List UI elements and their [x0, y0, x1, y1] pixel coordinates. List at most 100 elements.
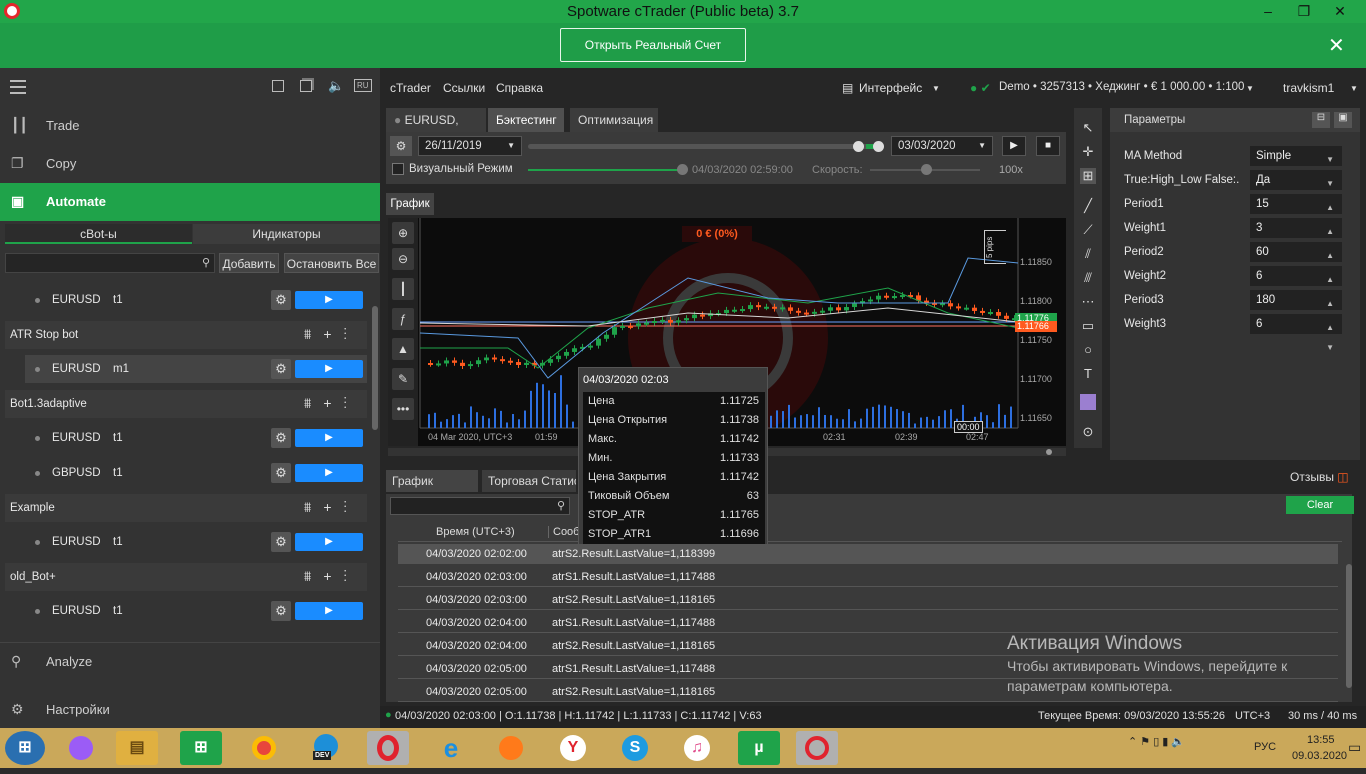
camera-icon[interactable]: ⊙ — [1080, 424, 1096, 440]
cbot-header[interactable]: old_Bot+ ⩩+⋮ — [5, 563, 367, 591]
fullscreen-icon[interactable] — [272, 80, 284, 92]
cbot-header[interactable]: Example ⩩+⋮ — [5, 494, 367, 522]
zoom-out-icon[interactable]: ⊖ — [392, 248, 414, 270]
tab-backtesting[interactable]: Бэктестинг — [488, 108, 564, 132]
save-params-icon[interactable]: ▣ — [1334, 112, 1352, 128]
tab-chart[interactable]: График — [386, 193, 434, 215]
period-slider[interactable] — [528, 141, 884, 152]
window-mode-icon[interactable] — [300, 80, 312, 92]
progress-handle[interactable] — [677, 164, 688, 175]
nav-automate[interactable]: ▣ Automate — [0, 183, 380, 221]
clock-time[interactable]: 13:55 — [1307, 734, 1335, 746]
utorrent-icon[interactable]: µ — [738, 731, 780, 765]
keyboard-language[interactable]: РУС — [1254, 741, 1276, 753]
channel-icon[interactable]: ⫽ — [1080, 246, 1096, 262]
hamburger-menu-icon[interactable] — [10, 80, 26, 94]
cbot-tools[interactable]: ⩩+⋮ — [304, 326, 359, 343]
cbot-instance[interactable]: GBPUSD t1 ⚙ ▶ — [25, 459, 367, 487]
start-date-picker[interactable]: 26/11/2019 ▼ — [418, 136, 522, 156]
cbot-instance[interactable]: EURUSD m1 ⚙ ▶ — [25, 355, 367, 383]
user-name[interactable]: travkism1 — [1283, 81, 1334, 95]
account-info[interactable]: Demo • 3257313 • Хеджинг • € 1 000.00 • … — [999, 81, 1244, 93]
tab-trade-stats[interactable]: Торговая Статисти — [482, 470, 576, 492]
play-button[interactable]: ▶ — [295, 533, 363, 551]
param-value-input[interactable]: Simple ▼ — [1250, 146, 1342, 166]
visual-mode-checkbox[interactable] — [392, 163, 404, 175]
log-row[interactable]: 04/03/2020 02:03:00 atrS2.Result.LastValu… — [398, 590, 1338, 610]
indicator-icon[interactable]: ƒ — [392, 308, 414, 330]
stop-all-button[interactable]: Остановить Все — [284, 253, 379, 273]
add-cbot-button[interactable]: Добавить — [219, 253, 279, 273]
gear-icon[interactable]: ⚙ — [271, 463, 291, 483]
instance-timeframe[interactable]: t1 — [113, 432, 123, 444]
slider-handle[interactable] — [873, 141, 884, 152]
log-scrollbar[interactable] — [1346, 564, 1352, 688]
tray-icons[interactable]: ⌃ ⚑ ▯ ▮ 🔈 — [1128, 735, 1185, 748]
store-icon[interactable]: ⊞ — [180, 731, 222, 765]
instance-symbol[interactable]: EURUSD — [52, 432, 101, 444]
nav-trade[interactable]: ┃┃ Trade — [0, 107, 380, 145]
play-button[interactable]: ▶ — [295, 360, 363, 378]
ellipse-icon[interactable]: ○ — [1080, 342, 1096, 358]
instance-symbol[interactable]: EURUSD — [52, 605, 101, 617]
instance-timeframe[interactable]: t1 — [113, 467, 123, 479]
itunes-icon[interactable]: ♫ — [676, 731, 718, 765]
close-window-button[interactable]: ✕ — [1326, 0, 1354, 22]
log-search-input[interactable]: ⚲ — [390, 497, 570, 515]
clock-date[interactable]: 09.03.2020 — [1292, 750, 1347, 762]
speed-handle[interactable] — [921, 164, 932, 175]
play-button[interactable]: ▶ — [295, 429, 363, 447]
instance-symbol[interactable]: EURUSD — [52, 536, 101, 548]
gear-icon[interactable]: ⚙ — [271, 601, 291, 621]
ie-icon[interactable]: e — [430, 731, 472, 765]
log-row[interactable]: 04/03/2020 02:02:00 atrS2.Result.LastValu… — [398, 544, 1338, 564]
skype-icon[interactable]: S — [614, 731, 656, 765]
col-time[interactable]: Время (UTC+3) — [436, 526, 515, 538]
gear-icon[interactable]: ⚙ — [271, 532, 291, 552]
instance-symbol[interactable]: GBPUSD — [52, 467, 101, 479]
menu-links[interactable]: Ссылки — [443, 81, 485, 95]
tab-optimization[interactable]: Оптимизация — [570, 108, 658, 132]
cbot-instance[interactable]: EURUSD t1 ⚙ ▶ — [25, 286, 367, 314]
sidebar-scrollbar[interactable] — [372, 306, 378, 430]
nav-analyze[interactable]: ⚲ Analyze — [0, 642, 380, 680]
load-params-icon[interactable]: ⊟ — [1312, 112, 1330, 128]
edge-dev-icon[interactable]: DEV — [305, 731, 347, 765]
minimize-button[interactable]: – — [1254, 0, 1282, 22]
tab-indicators[interactable]: Индикаторы — [193, 224, 380, 244]
color-swatch-icon[interactable] — [1080, 394, 1096, 410]
zoom-in-icon[interactable]: ⊕ — [392, 222, 414, 244]
instance-timeframe[interactable]: t1 — [113, 605, 123, 617]
sound-icon[interactable]: 🔈 — [328, 78, 344, 94]
more-icon[interactable]: ••• — [392, 398, 414, 420]
maximize-button[interactable]: ❐ — [1290, 0, 1318, 22]
param-value-input[interactable]: 15▲▼ — [1250, 194, 1342, 232]
gear-icon[interactable]: ⚙ — [271, 359, 291, 379]
firefox-icon[interactable] — [490, 731, 532, 765]
crosshair-icon[interactable]: ✛ — [1080, 144, 1096, 160]
spinner-icon[interactable]: ▲▼ — [1326, 318, 1334, 358]
start-button-icon[interactable]: ⊞ — [5, 731, 45, 765]
gear-icon[interactable]: ⚙ — [390, 136, 412, 156]
play-button[interactable]: ▶ — [295, 464, 363, 482]
param-value-input[interactable]: 60▲▼ — [1250, 242, 1342, 280]
log-row[interactable]: 04/03/2020 02:05:00 atrS2.Result.LastValu… — [398, 682, 1338, 702]
stop-icon[interactable]: ■ — [1036, 136, 1060, 156]
timezone-select[interactable]: UTC+3 — [1235, 710, 1270, 722]
feedback-button[interactable]: Отзывы ◫ — [1290, 470, 1349, 488]
cbot-tools[interactable]: ⩩+⋮ — [304, 395, 359, 412]
play-button[interactable]: ▶ — [295, 602, 363, 620]
cbot-instance[interactable]: EURUSD t1 ⚙ ▶ — [25, 597, 367, 625]
param-value-input[interactable]: 3▲▼ — [1250, 218, 1342, 256]
rectangle-icon[interactable]: ▭ — [1080, 318, 1096, 334]
param-value-input[interactable]: Да ▼ — [1250, 170, 1342, 190]
chrome-icon[interactable] — [243, 731, 285, 765]
fibonacci-icon[interactable]: ⫻ — [1080, 270, 1096, 286]
tab-cbots[interactable]: cBot-ы — [5, 224, 192, 244]
gear-icon[interactable]: ⚙ — [271, 428, 291, 448]
file-explorer-icon[interactable]: ▤ — [116, 731, 158, 765]
gear-icon[interactable]: ⚙ — [271, 290, 291, 310]
cbot-instance[interactable]: EURUSD t1 ⚙ ▶ — [25, 424, 367, 452]
objects-icon[interactable]: ▲ — [392, 338, 414, 360]
cbot-search-input[interactable]: ⚲ — [5, 253, 215, 273]
